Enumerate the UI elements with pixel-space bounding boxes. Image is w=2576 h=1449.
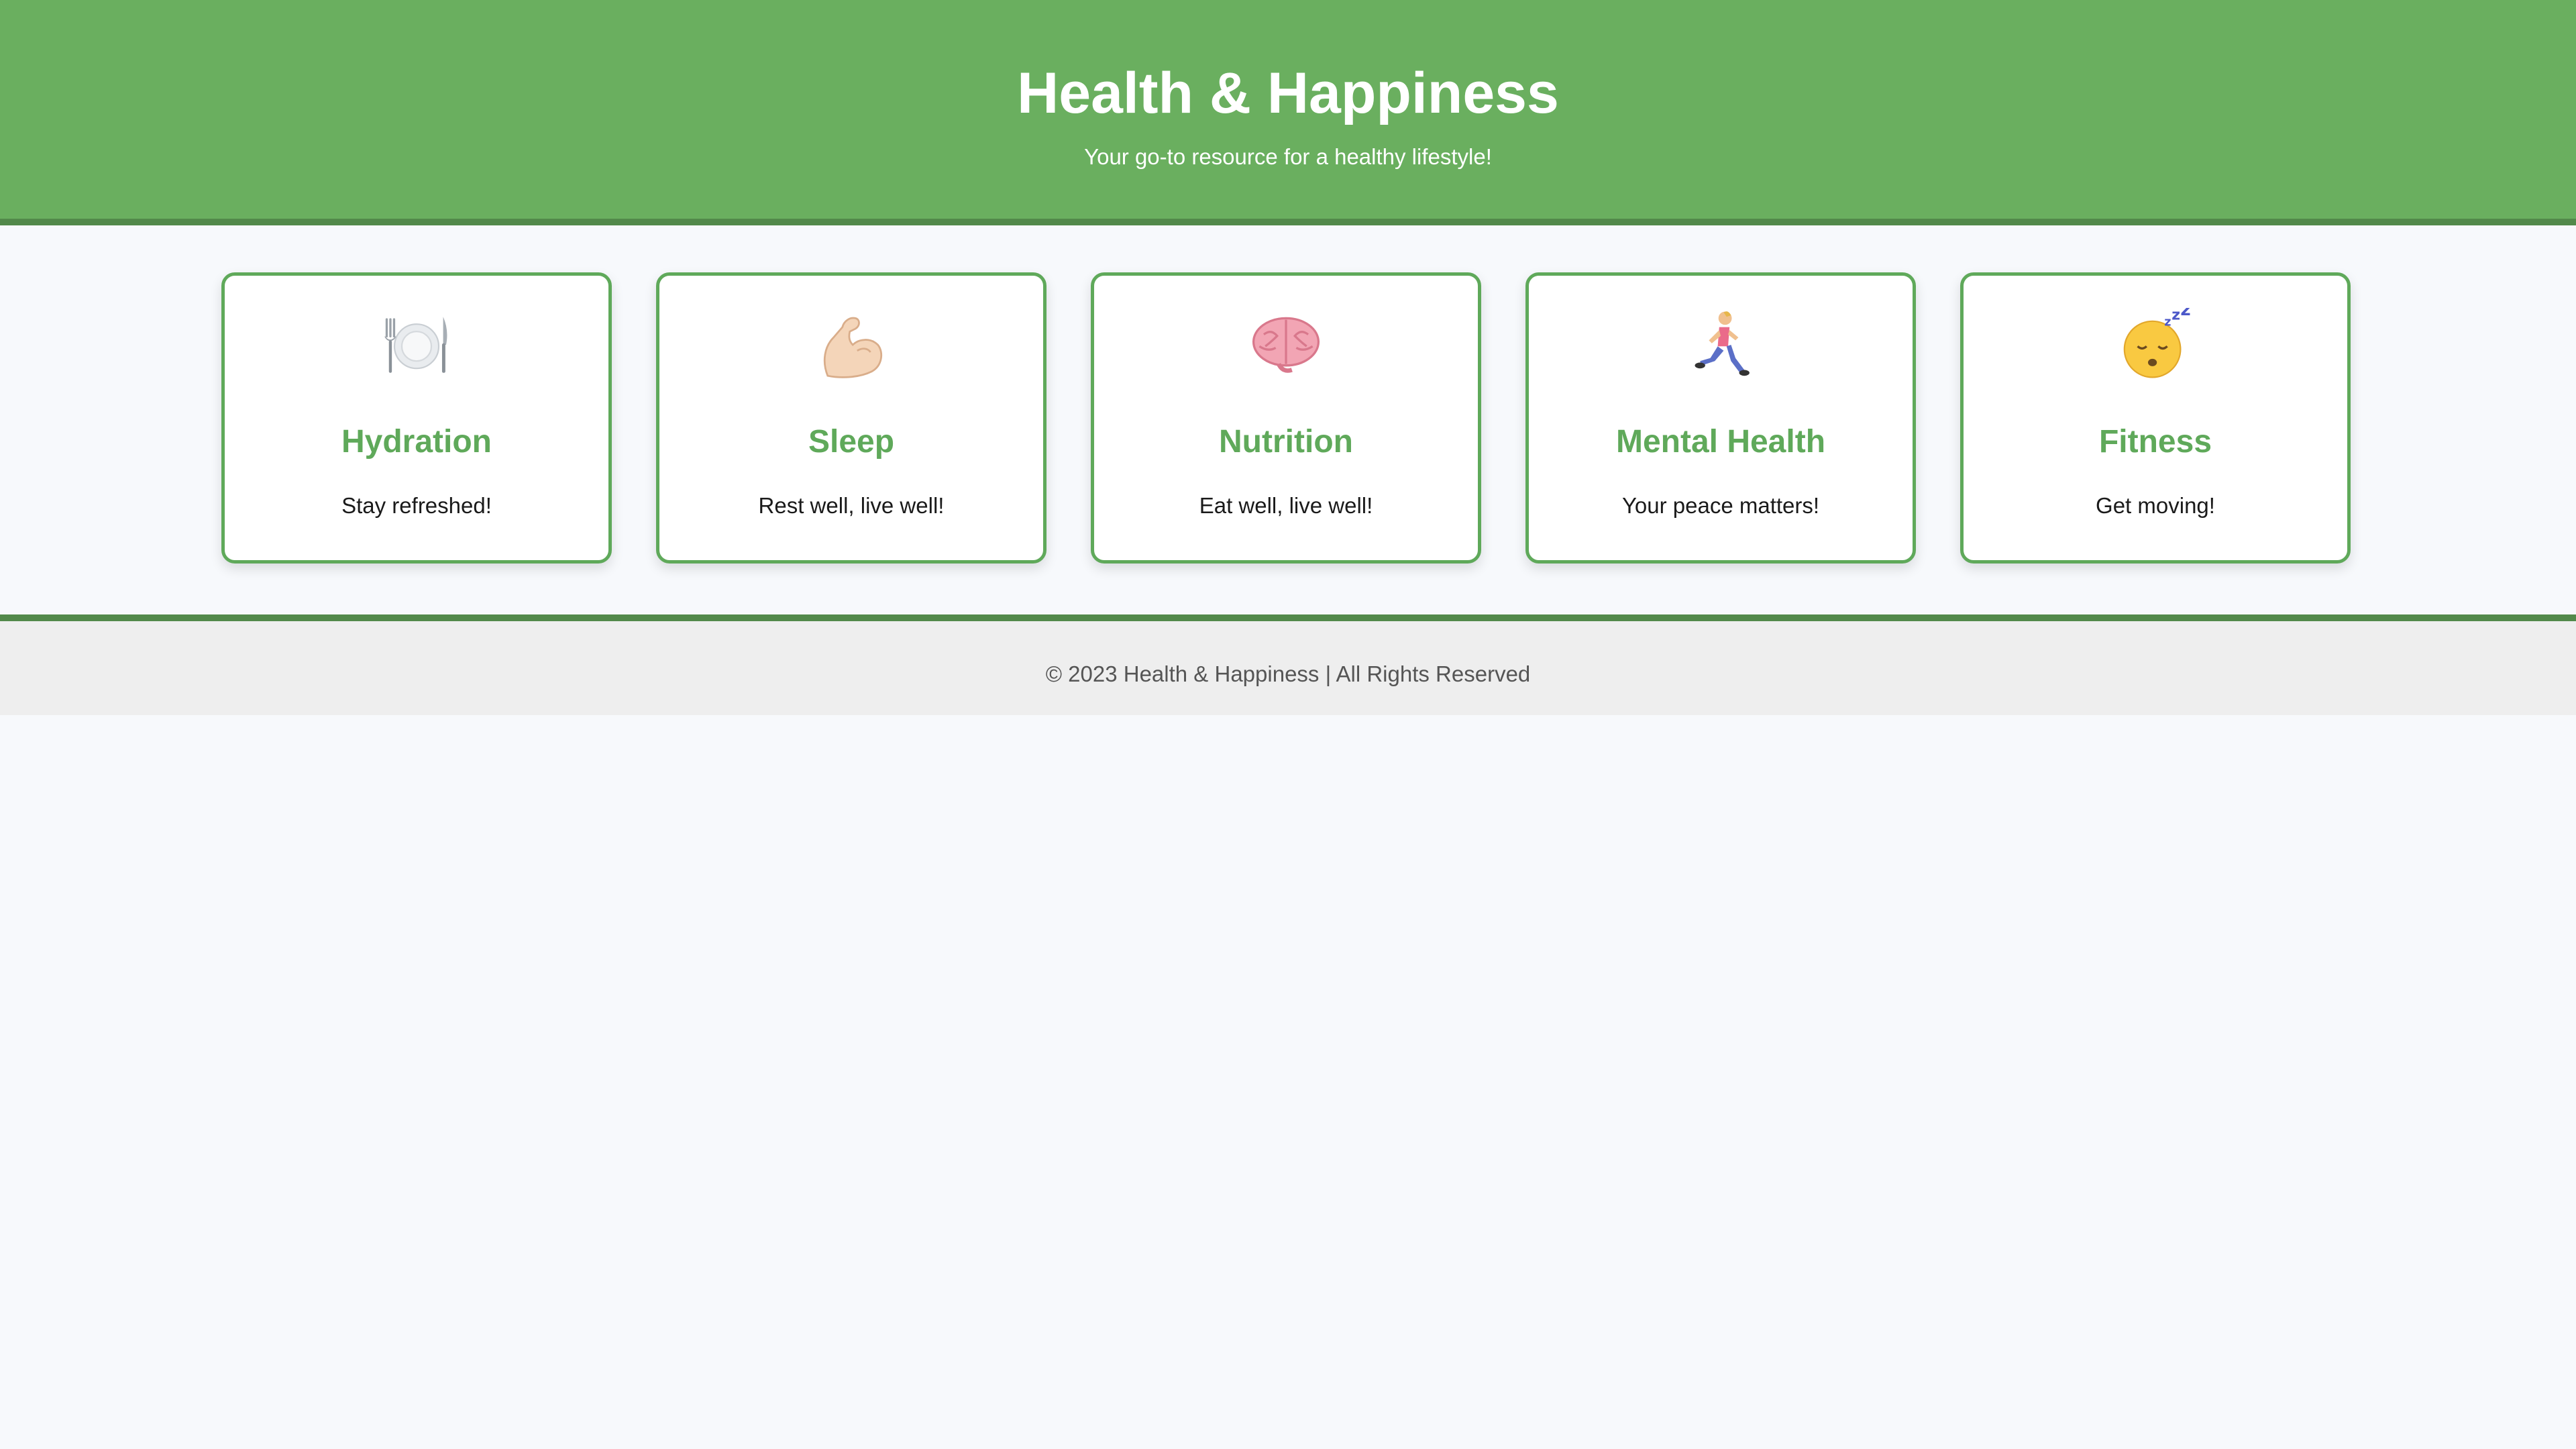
svg-text:z: z	[2164, 315, 2171, 329]
card-sleep[interactable]: Sleep Rest well, live well!	[656, 272, 1046, 564]
card-hydration[interactable]: Hydration Stay refreshed!	[221, 272, 612, 564]
brain-icon	[1094, 308, 1478, 382]
running-person-icon	[1529, 308, 1913, 382]
card-nutrition[interactable]: Nutrition Eat well, live well!	[1091, 272, 1481, 564]
card-title: Hydration	[341, 424, 492, 460]
card-mental-health[interactable]: Mental Health Your peace matters!	[1525, 272, 1916, 564]
card-description: Rest well, live well!	[758, 493, 945, 518]
sleeping-face-icon: z z z	[1964, 308, 2347, 382]
svg-text:z: z	[2180, 308, 2190, 320]
card-description: Stay refreshed!	[341, 493, 492, 518]
svg-text:z: z	[2171, 308, 2180, 324]
card-title: Mental Health	[1615, 424, 1826, 460]
card-title: Sleep	[808, 424, 895, 460]
plate-fork-knife-icon	[225, 308, 608, 382]
card-description: Eat well, live well!	[1199, 493, 1373, 518]
copyright-text: © 2023 Health & Happiness | All Rights R…	[1045, 661, 1531, 686]
site-header: Health & Happiness Your go-to resource f…	[0, 0, 2576, 225]
card-title: Fitness	[2098, 424, 2212, 460]
flexed-bicep-icon	[659, 308, 1043, 382]
card-description: Get moving!	[2096, 493, 2215, 518]
card-title: Nutrition	[1219, 424, 1353, 460]
site-footer: © 2023 Health & Happiness | All Rights R…	[0, 614, 2576, 715]
site-tagline: Your go-to resource for a healthy lifest…	[1084, 144, 1492, 169]
card-fitness[interactable]: z z z Fitness Get moving!	[1960, 272, 2351, 564]
card-description: Your peace matters!	[1621, 493, 1820, 518]
page-title: Health & Happiness	[1017, 61, 1559, 125]
